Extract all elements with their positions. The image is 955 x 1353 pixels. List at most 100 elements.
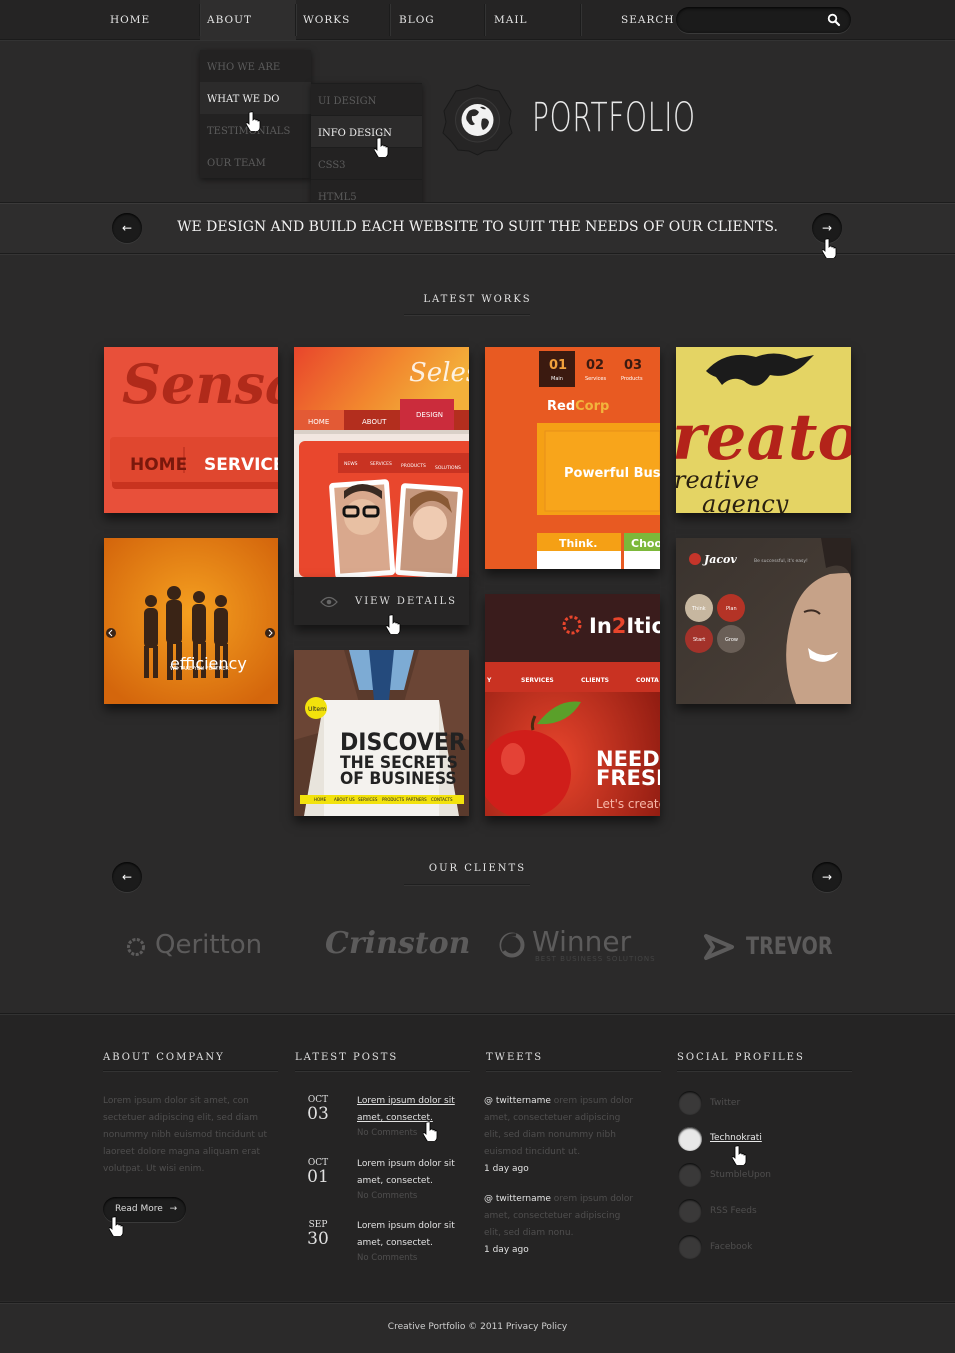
search-icon[interactable] — [827, 13, 841, 27]
client-qeritton[interactable]: Qeritton — [155, 930, 262, 960]
in2ition-brand3: Itio — [626, 614, 660, 638]
nav-about[interactable]: ABOUT — [197, 0, 262, 40]
social-technorati[interactable]: Technokrati — [710, 1133, 762, 1143]
tweet-handle[interactable]: @ twittername — [484, 1096, 551, 1106]
selesti-services: SERVICES — [370, 461, 392, 467]
creato-line2: agency — [702, 490, 789, 513]
post-date: SEP 30 — [302, 1220, 334, 1248]
nav-works[interactable]: WORKS — [293, 0, 360, 40]
post-title-link[interactable]: Lorem ipsum dolor sit amet, consectet. — [357, 1218, 467, 1252]
social-stumbleupon[interactable]: StumbleUpon — [710, 1170, 771, 1180]
qeritton-logo-icon — [127, 938, 145, 956]
svg-text:RedCorp: RedCorp — [547, 399, 609, 414]
work-tile-discover[interactable]: Ultem DISCOVER THE SECRETS OF BUSINESS H… — [294, 650, 469, 816]
hand-cursor-icon — [822, 238, 837, 258]
eye-icon — [320, 596, 338, 608]
redcorp-l1: Main — [551, 376, 563, 382]
discover-nav-partners: PARTNERS — [406, 797, 427, 802]
about-company-text: Lorem ipsum dolor sit amet, con sectetue… — [103, 1096, 268, 1174]
jacov-start: Start — [693, 637, 705, 643]
selesti-products: PRODUCTS — [401, 463, 426, 469]
read-more-label: Read More — [115, 1204, 163, 1214]
selesti-about: ABOUT — [362, 418, 387, 426]
slogan-text: WE DESIGN AND BUILD EACH WEBSITE TO SUIT… — [177, 219, 778, 235]
hand-cursor-icon — [732, 1145, 747, 1165]
menu-item-css3[interactable]: CSS3 — [311, 147, 422, 179]
post-title-link[interactable]: Lorem ipsum dolor sit amet, consectet. — [357, 1093, 467, 1127]
work-tile-in2ition[interactable]: In2Itio Y SERVICES CLIENTS CONTA NEED FR… — [485, 594, 660, 816]
sensa-services: SERVICES — [204, 455, 278, 475]
hand-cursor-icon — [423, 1121, 438, 1141]
discover-nav-home: HOME — [314, 797, 327, 802]
post-comments[interactable]: No Comments — [357, 1128, 417, 1138]
view-details-label[interactable]: VIEW DETAILS — [355, 596, 457, 607]
social-facebook[interactable]: Facebook — [710, 1242, 752, 1252]
redcorp-brand1: Red — [547, 399, 575, 414]
facebook-icon[interactable] — [678, 1235, 702, 1259]
menu-item-ui-design[interactable]: UI DESIGN — [311, 83, 422, 115]
redcorp-choose: Choos — [631, 537, 660, 550]
jacov-tag: Be successful, it's easy! — [754, 558, 808, 564]
nav-separator — [580, 4, 581, 36]
hand-cursor-icon — [109, 1216, 124, 1236]
post-comments[interactable]: No Comments — [357, 1191, 417, 1201]
in2ition-nav1: Y — [486, 677, 492, 684]
about-company-title: ABOUT COMPANY — [103, 1052, 225, 1063]
nav-blog[interactable]: BLOG — [389, 0, 445, 40]
discover-badge: Ultem — [308, 706, 326, 713]
work-tile-redcorp[interactable]: 01 Main 02 Services 03 Products RedCorp … — [485, 347, 660, 569]
hand-cursor-icon — [374, 137, 389, 157]
rss-icon[interactable] — [678, 1199, 702, 1223]
discover-nav-services: SERVICES — [358, 797, 378, 802]
discover-l3: OF BUSINESS — [340, 768, 457, 788]
post-date: OCT 01 — [302, 1158, 334, 1186]
nav-mail[interactable]: MAIL — [484, 0, 537, 40]
redcorp-n3: 03 — [624, 358, 642, 373]
latest-posts-title: LATEST POSTS — [295, 1052, 399, 1063]
footer-title-line — [486, 1070, 661, 1071]
in2ition-nav3: CLIENTS — [581, 677, 609, 684]
twitter-icon[interactable] — [678, 1091, 702, 1115]
menu-item-info-design[interactable]: INFO DESIGN — [311, 115, 422, 147]
client-winner-sub: BEST BUSINESS SOLUTIONS — [535, 955, 656, 963]
post-comments[interactable]: No Comments — [357, 1253, 417, 1263]
tweet-time: 1 day ago — [484, 1164, 529, 1174]
efficiency-text: efficiency — [170, 654, 247, 673]
work-tile-efficiency[interactable]: WE TAKE YOU FURTHER efficiency — [104, 538, 278, 704]
arrow-right-icon: → — [169, 1204, 178, 1214]
tweet: @ twittername orem ipsum dolor amet, con… — [484, 1093, 634, 1178]
tweet-handle[interactable]: @ twittername — [484, 1194, 551, 1204]
search-label: SEARCH — [621, 14, 675, 26]
our-clients-title: OUR CLIENTS — [428, 863, 527, 874]
menu-item-what-we-do[interactable]: WHAT WE DO — [200, 82, 311, 114]
client-crinston[interactable]: Crinston — [325, 926, 470, 961]
tweets-title: TWEETS — [486, 1052, 544, 1063]
search-input[interactable] — [676, 7, 851, 33]
work-tile-selesti[interactable]: Selesti HOME ABOUT DESIGN NEWS SERVICES … — [294, 347, 469, 577]
work-tile-creato[interactable]: reato reative agency — [676, 347, 851, 513]
work-tile-jacov[interactable]: Jacov Be successful, it's easy! Think Pl… — [676, 538, 851, 704]
menu-item-who-we-are[interactable]: WHO WE ARE — [200, 50, 311, 82]
redcorp-n2: 02 — [586, 358, 604, 373]
hand-cursor-icon — [386, 614, 401, 634]
menu-item-our-team[interactable]: OUR TEAM — [200, 146, 311, 178]
stumbleupon-icon[interactable] — [678, 1163, 702, 1187]
client-winner[interactable]: Winner — [532, 925, 631, 958]
post-day: 30 — [307, 1229, 329, 1249]
social-twitter[interactable]: Twitter — [710, 1098, 740, 1108]
selesti-design: DESIGN — [416, 411, 443, 419]
social-profiles-title: SOCIAL PROFILES — [677, 1052, 805, 1063]
work-tile-sensa[interactable]: Sensa HOME SERVICES — [104, 347, 278, 513]
discover-nav-products: PRODUCTS — [382, 797, 405, 802]
nav-home[interactable]: HOME — [100, 0, 160, 40]
title-underline — [404, 314, 530, 315]
post-title-link[interactable]: Lorem ipsum dolor sit amet, consectet. — [357, 1156, 467, 1190]
social-rss[interactable]: RSS Feeds — [710, 1206, 757, 1216]
technorati-icon[interactable] — [678, 1127, 702, 1151]
in2ition-sub: Let's create — [596, 797, 660, 811]
client-trevor[interactable]: TREVOR — [746, 932, 833, 960]
in2ition-nav2: SERVICES — [521, 677, 554, 684]
in2ition-brand1: In — [589, 614, 612, 638]
jacov-plan: Plan — [726, 606, 737, 612]
footer-title-line — [103, 1070, 278, 1071]
